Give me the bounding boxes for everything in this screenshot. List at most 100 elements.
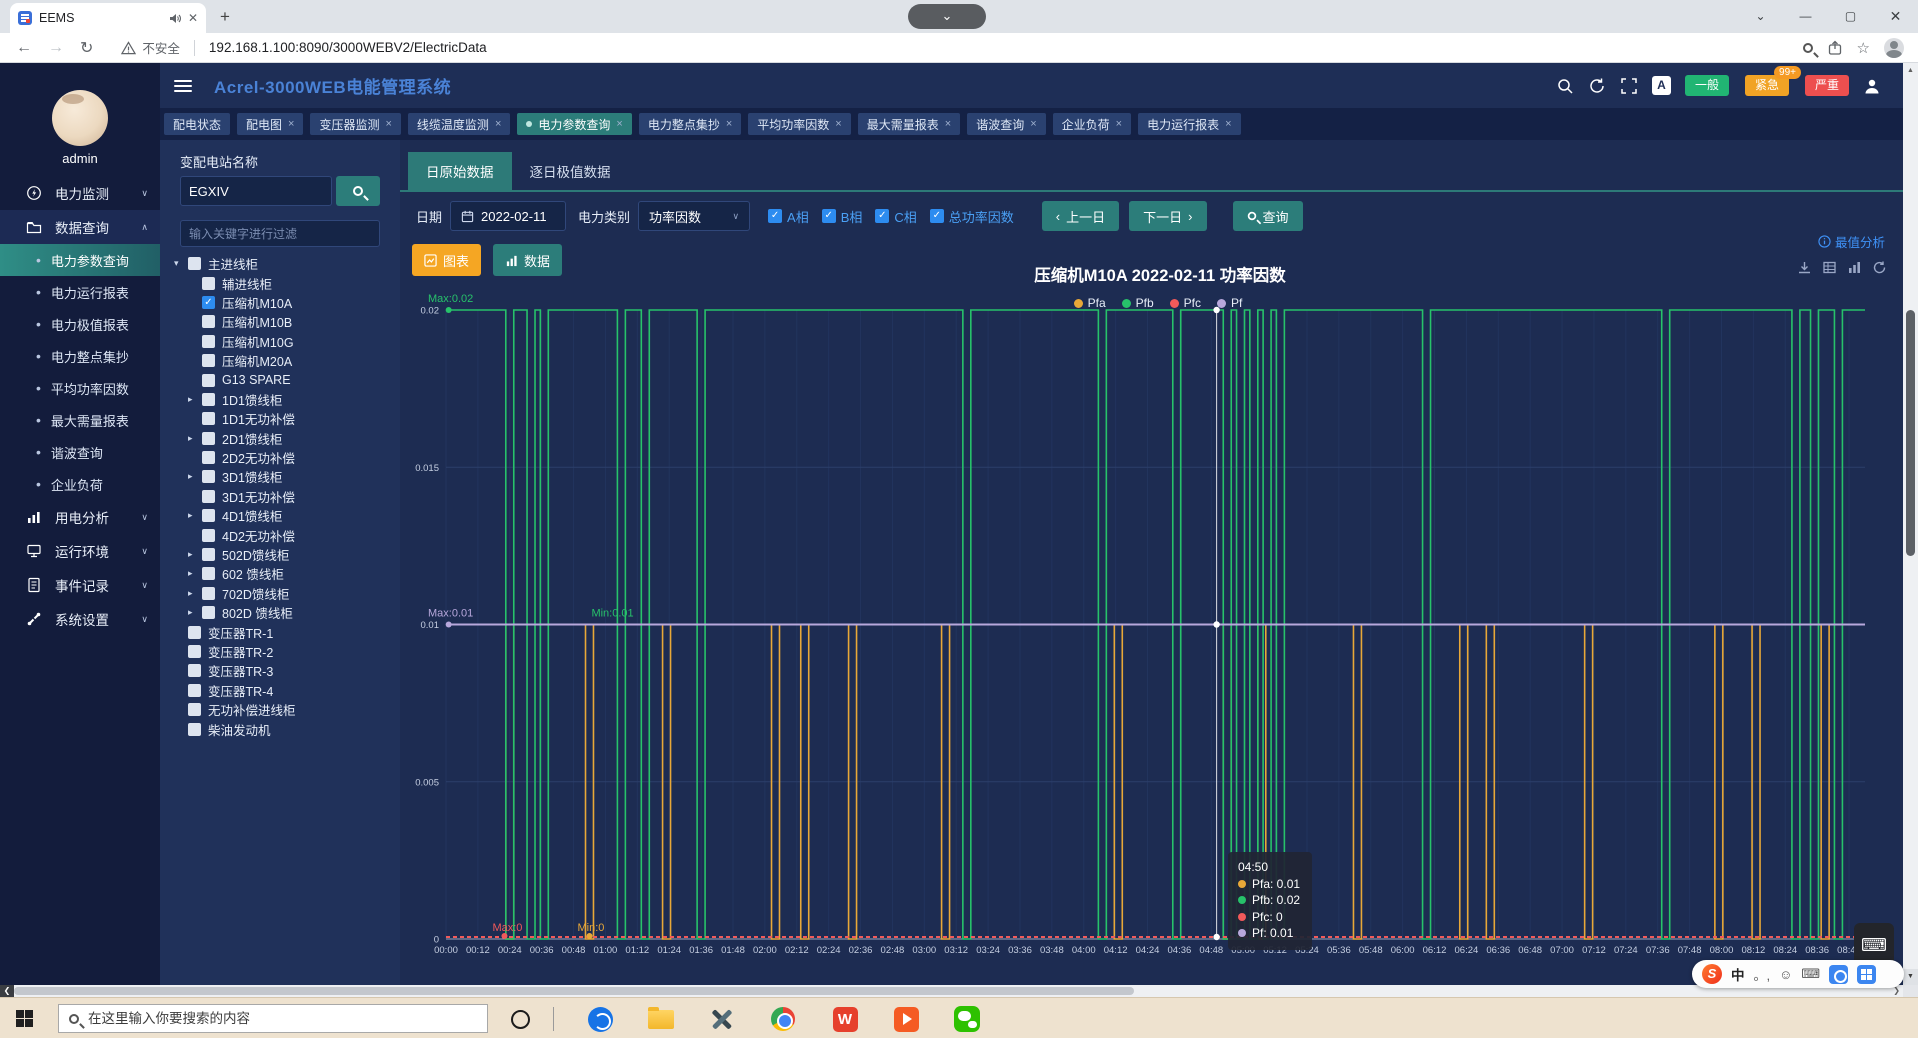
tree-checkbox[interactable] — [202, 374, 215, 387]
tree-checkbox[interactable] — [188, 645, 201, 658]
chrome-icon[interactable] — [768, 1004, 798, 1034]
alarm-button-严重[interactable]: 严重 — [1805, 75, 1849, 96]
tree-checkbox[interactable] — [188, 723, 201, 736]
close-tab-icon[interactable]: × — [495, 118, 501, 130]
nav-tab-企业负荷[interactable]: 企业负荷× — [1053, 113, 1131, 135]
security-label[interactable]: 不安全 — [142, 38, 180, 57]
maximize-button[interactable]: ▢ — [1828, 0, 1873, 33]
tree-checkbox[interactable] — [202, 548, 215, 561]
extreme-analysis-link[interactable]: 最值分析 — [1818, 232, 1885, 251]
tab-search-icon[interactable]: ⌄ — [1738, 0, 1783, 33]
tree-checkbox[interactable] — [188, 257, 201, 270]
tab-close-icon[interactable]: ✕ — [188, 11, 198, 25]
sidebar-subitem-谐波查询[interactable]: •谐波查询 — [0, 436, 160, 468]
tree-item-4D1馈线柜[interactable]: ▸4D1馈线柜 — [174, 506, 394, 525]
scroll-down-icon[interactable]: ▼ — [1903, 969, 1918, 985]
media-app-icon[interactable] — [891, 1004, 921, 1034]
back-icon[interactable]: ← — [16, 39, 32, 57]
tree-right-arrow-icon[interactable]: ▸ — [188, 471, 202, 482]
nav-tab-电力参数查询[interactable]: 电力参数查询× — [517, 113, 631, 135]
query-button[interactable]: 查询 — [1233, 201, 1303, 231]
tree-checkbox[interactable] — [202, 490, 215, 503]
nav-tab-谐波查询[interactable]: 谐波查询× — [967, 113, 1045, 135]
close-tab-icon[interactable]: × — [1225, 118, 1231, 130]
tree-filter-input[interactable] — [180, 220, 380, 247]
category-select[interactable]: 功率因数 ∨ — [638, 201, 750, 231]
sogou-keyboard-icon[interactable]: ⌨ — [1801, 966, 1820, 982]
url-text[interactable]: 192.168.1.100:8090/3000WEBV2/ElectricDat… — [209, 40, 487, 55]
sidebar-item-系统设置[interactable]: 系统设置∨ — [0, 602, 160, 636]
fullscreen-icon[interactable] — [1620, 77, 1638, 95]
close-tab-icon[interactable]: × — [385, 118, 391, 130]
taskbar-search-input[interactable] — [88, 1011, 448, 1026]
sidebar-subitem-电力整点集抄[interactable]: •电力整点集抄 — [0, 340, 160, 372]
sogou-grid-icon[interactable] — [1857, 965, 1876, 984]
nav-tab-最大需量报表[interactable]: 最大需量报表× — [858, 113, 960, 135]
tree-right-arrow-icon[interactable]: ▸ — [188, 588, 202, 599]
tree-checkbox[interactable] — [188, 684, 201, 697]
close-button[interactable]: ✕ — [1873, 0, 1918, 33]
user-avatar[interactable] — [52, 90, 108, 146]
sogou-ime-bar[interactable]: S 中 。, ☺ ⌨ — [1692, 960, 1904, 988]
tree-item-压缩机M20A[interactable]: 压缩机M20A — [174, 351, 394, 370]
sidebar-item-数据查询[interactable]: 数据查询∧ — [0, 210, 160, 244]
browser-tab[interactable]: EEMS ✕ — [10, 3, 206, 33]
wechat-icon[interactable] — [952, 1004, 982, 1034]
scroll-left-icon[interactable]: ❮ — [0, 985, 14, 997]
tree-item-2D1馈线柜[interactable]: ▸2D1馈线柜 — [174, 429, 394, 448]
sogou-tool-icon[interactable] — [1829, 965, 1848, 984]
sogou-punct-icon[interactable]: 。, — [1754, 965, 1771, 984]
sogou-emoji-icon[interactable]: ☺ — [1779, 967, 1792, 982]
tree-checkbox[interactable] — [188, 664, 201, 677]
tree-checkbox[interactable] — [202, 470, 215, 483]
checkbox-总功率因数[interactable]: ✓总功率因数 — [930, 207, 1014, 226]
sidebar-subitem-电力参数查询[interactable]: •电力参数查询 — [0, 244, 160, 276]
utility-app-icon[interactable] — [707, 1004, 737, 1034]
alarm-button-一般[interactable]: 一般 — [1685, 75, 1729, 96]
nav-tab-线缆温度监测[interactable]: 线缆温度监测× — [408, 113, 510, 135]
nav-tab-配电图[interactable]: 配电图× — [237, 113, 303, 135]
sogou-logo-icon[interactable]: S — [1702, 964, 1722, 984]
tree-item-3D1无功补偿[interactable]: 3D1无功补偿 — [174, 487, 394, 506]
wps-icon[interactable]: W — [830, 1004, 860, 1034]
tree-checkbox[interactable] — [202, 335, 215, 348]
nav-tab-配电状态[interactable]: 配电状态 — [164, 113, 230, 135]
tree-item-无功补偿进线柜[interactable]: 无功补偿进线柜 — [174, 700, 394, 719]
forward-icon[interactable]: → — [48, 39, 64, 57]
tree-item-1D1无功补偿[interactable]: 1D1无功补偿 — [174, 409, 394, 428]
tree-checkbox[interactable]: ✓ — [202, 296, 215, 309]
sogou-ime-mode[interactable]: 中 — [1731, 964, 1745, 984]
alarm-button-紧急[interactable]: 紧急99+ — [1745, 75, 1789, 96]
checkbox-box[interactable]: ✓ — [822, 209, 836, 223]
tree-item-702D馈线柜[interactable]: ▸702D馈线柜 — [174, 584, 394, 603]
tree-item-变压器TR-2[interactable]: 变压器TR-2 — [174, 642, 394, 661]
sidebar-item-运行环境[interactable]: 运行环境∨ — [0, 534, 160, 568]
tree-checkbox[interactable] — [202, 315, 215, 328]
next-day-button[interactable]: 下一日 › — [1129, 201, 1206, 231]
minimize-button[interactable]: — — [1783, 0, 1828, 33]
search-icon[interactable] — [1556, 77, 1574, 95]
tree-right-arrow-icon[interactable]: ▸ — [188, 607, 202, 618]
tree-right-arrow-icon[interactable]: ▸ — [188, 568, 202, 579]
horizontal-scrollbar[interactable]: ❮ ❯ — [0, 985, 1918, 997]
tree-item-压缩机M10G[interactable]: 压缩机M10G — [174, 332, 394, 351]
tree-right-arrow-icon[interactable]: ▸ — [188, 433, 202, 444]
tree-item-变压器TR-3[interactable]: 变压器TR-3 — [174, 661, 394, 680]
tree-right-arrow-icon[interactable]: ▸ — [188, 394, 202, 405]
scroll-up-icon[interactable]: ▲ — [1903, 63, 1918, 78]
tree-checkbox[interactable] — [202, 393, 215, 406]
tree-item-602 馈线柜[interactable]: ▸602 馈线柜 — [174, 564, 394, 583]
horizontal-scrollbar-thumb[interactable] — [14, 987, 1134, 995]
sub-tab-日原始数据[interactable]: 日原始数据 — [408, 152, 512, 190]
sidebar-subitem-电力极值报表[interactable]: •电力极值报表 — [0, 308, 160, 340]
sidebar-subitem-最大需量报表[interactable]: •最大需量报表 — [0, 404, 160, 436]
checkbox-A相[interactable]: ✓A相 — [768, 207, 809, 226]
browser-dropdown-pill[interactable]: ⌄ — [908, 4, 986, 29]
tree-checkbox[interactable] — [202, 432, 215, 445]
power-factor-chart[interactable]: 00.0050.010.0150.0200:0000:1200:2400:360… — [400, 250, 1903, 985]
tree-item-压缩机M10A[interactable]: ✓压缩机M10A — [174, 293, 394, 312]
tree-checkbox[interactable] — [202, 509, 215, 522]
close-tab-icon[interactable]: × — [616, 118, 622, 130]
tree-item-1D1馈线柜[interactable]: ▸1D1馈线柜 — [174, 390, 394, 409]
station-search-button[interactable] — [336, 176, 380, 206]
